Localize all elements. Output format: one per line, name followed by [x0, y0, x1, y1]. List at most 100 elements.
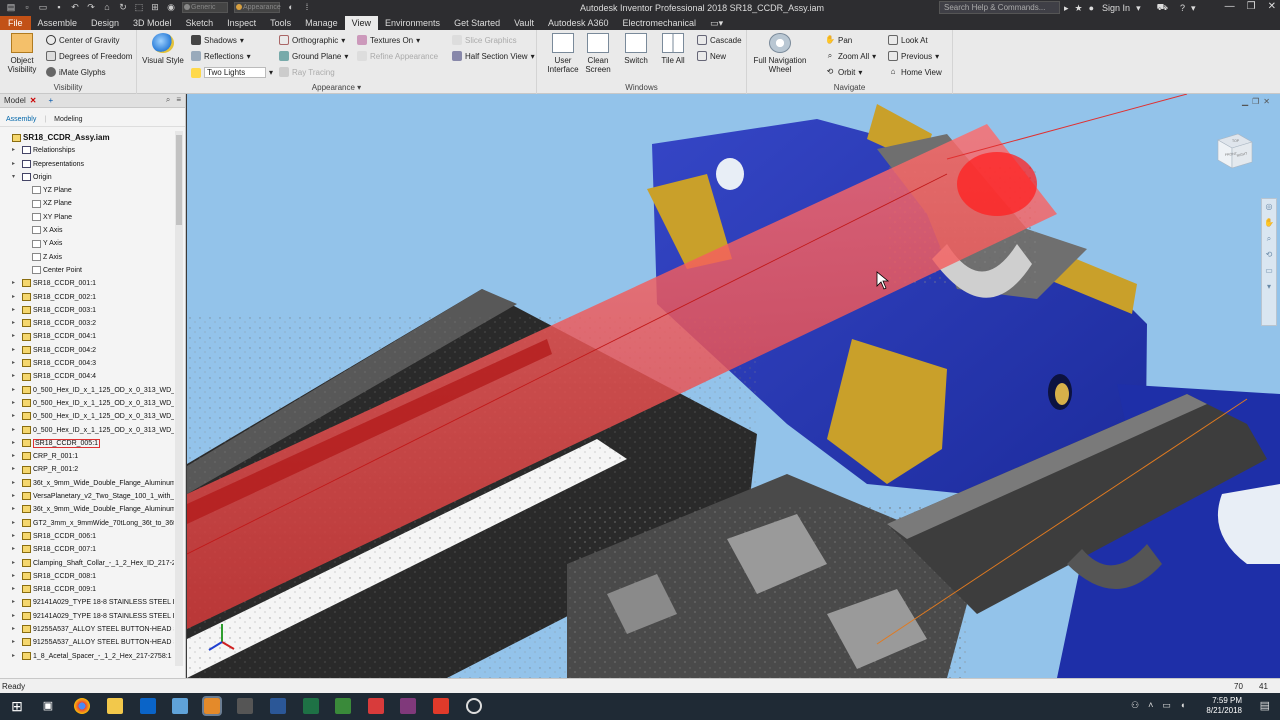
tree-item[interactable]: ▸ SR18_CCDR_003:1 — [0, 304, 174, 317]
tab-manage[interactable]: Manage — [298, 16, 345, 30]
expand-icon[interactable]: ▸ — [12, 517, 15, 530]
red-shaft-end[interactable] — [957, 152, 1037, 216]
tree-item[interactable]: ▾ Origin — [0, 171, 174, 184]
user-interface-button[interactable]: User Interface — [545, 33, 581, 74]
tree-item[interactable]: ▸ 36t_x_9mm_Wide_Double_Flange_Aluminum_ — [0, 503, 174, 516]
tree-item[interactable]: ▸ CRP_R_001:2 — [0, 463, 174, 476]
volume-icon[interactable]: ◖ — [1180, 700, 1185, 711]
close-icon[interactable]: ✕ — [30, 96, 37, 105]
tree-item[interactable]: ▸ 0_500_Hex_ID_x_1_125_OD_x_0_313_WD_f — [0, 424, 174, 437]
tree-item[interactable]: XY Plane — [0, 211, 174, 224]
expand-icon[interactable]: ▸ — [12, 570, 15, 583]
visual-style-button[interactable]: Visual Style — [141, 33, 185, 65]
tab-autodesk-a360[interactable]: Autodesk A360 — [541, 16, 616, 30]
inventor-icon[interactable] — [202, 696, 222, 716]
material-icon[interactable]: ◉ — [166, 2, 176, 13]
tab-3d-model[interactable]: 3D Model — [126, 16, 179, 30]
expand-icon[interactable]: ▸ — [12, 450, 15, 463]
graphics-viewport[interactable]: ▁❐✕ FRONT RIGHT TOP ◎ ✋ ⌕ ⟲ ▭ ▾ — [187, 94, 1280, 678]
tree-item[interactable]: ▸ Relationships — [0, 144, 174, 157]
tree-item[interactable]: ▸ 1_8_Acetal_Spacer_-_1_2_Hex_217-2758:1 — [0, 650, 174, 663]
ground-plane-button[interactable]: Ground Plane ▾ — [279, 51, 348, 61]
task-view-icon[interactable]: ▣ — [40, 698, 56, 714]
shadows-button[interactable]: Shadows ▾ — [191, 35, 244, 45]
expand-icon[interactable]: ▸ — [12, 277, 15, 290]
open-icon[interactable]: ▭ — [38, 2, 48, 13]
tree-item[interactable]: ▸ SR18_CCDR_004:1 — [0, 330, 174, 343]
select-icon[interactable]: ⬚ — [134, 2, 144, 13]
orbit-button[interactable]: ⟲ Orbit ▾ — [825, 67, 863, 77]
expand-icon[interactable]: ▸ — [12, 636, 15, 649]
expand-icon[interactable]: ▸ — [12, 330, 15, 343]
explorer-icon[interactable] — [107, 698, 123, 714]
assembly-3d-scene[interactable] — [187, 94, 1280, 678]
housing-hole[interactable] — [716, 158, 744, 190]
tree-item[interactable]: ▸ 0_500_Hex_ID_x_1_125_OD_x_0_313_WD_f — [0, 410, 174, 423]
textures-on-button[interactable]: Textures On ▾ — [357, 35, 420, 45]
expand-icon[interactable]: ▸ — [12, 477, 15, 490]
chevron-up-icon[interactable]: ˄ — [1148, 700, 1153, 711]
expand-icon[interactable]: ▸ — [12, 463, 15, 476]
expand-icon[interactable]: ▸ — [12, 543, 15, 556]
home-icon[interactable]: ⌂ — [102, 2, 112, 13]
tree-item[interactable]: X Axis — [0, 224, 174, 237]
expand-icon[interactable]: ▸ — [12, 317, 15, 330]
tab-view[interactable]: View — [344, 16, 379, 30]
orbit-icon[interactable]: ⟲ — [1262, 247, 1276, 263]
tree-item[interactable]: ▸ 91255A537_ALLOY STEEL BUTTON-HEAD SOC — [0, 636, 174, 649]
app-icon-3[interactable] — [466, 698, 482, 714]
search-icon[interactable]: ▸ — [1064, 3, 1069, 14]
tree-item[interactable]: Center Point — [0, 264, 174, 277]
tab-vault[interactable]: Vault — [507, 16, 541, 30]
tree-item[interactable]: ▸ SR18_CCDR_004:3 — [0, 357, 174, 370]
minimize-icon[interactable]: ▁ — [1242, 97, 1252, 106]
tree-item[interactable]: XZ Plane — [0, 197, 174, 210]
calculator-icon[interactable] — [237, 698, 253, 714]
tree-item[interactable]: ▸ SR18_CCDR_005:1 — [0, 437, 174, 450]
expand-icon[interactable]: ▸ — [12, 158, 15, 171]
tree-item[interactable]: ▸ 0_500_Hex_ID_x_1_125_OD_x_0_313_WD_f — [0, 397, 174, 410]
acrobat-icon[interactable] — [433, 698, 449, 714]
new-icon[interactable]: ▫ — [22, 2, 32, 13]
object-visibility-button[interactable]: Object Visibility — [4, 33, 40, 74]
tree-item[interactable]: ▸ SR18_CCDR_004:2 — [0, 344, 174, 357]
expand-icon[interactable]: ▸ — [12, 357, 15, 370]
home-view-button[interactable]: ⌂ Home View — [888, 67, 942, 77]
app-menu-icon[interactable]: ▤ — [6, 2, 16, 13]
tab-inspect[interactable]: Inspect — [220, 16, 263, 30]
new-window-button[interactable]: New — [697, 51, 726, 61]
full-navigation-wheel-button[interactable]: Full Navigation Wheel — [751, 33, 809, 74]
appearance-select[interactable]: Appearance — [234, 2, 281, 13]
chevron-down-icon[interactable]: ▾ — [1191, 3, 1196, 14]
reflections-button[interactable]: Reflections ▾ — [191, 51, 251, 61]
tab-electromechanical[interactable]: Electromechanical — [616, 16, 704, 30]
sign-in-link[interactable]: Sign In — [1102, 3, 1130, 13]
tree-item[interactable]: YZ Plane — [0, 184, 174, 197]
add-browser-icon[interactable]: + — [49, 96, 54, 105]
tree-item[interactable]: Z Axis — [0, 251, 174, 264]
tab-assemble[interactable]: Assemble — [31, 16, 85, 30]
redo-icon[interactable]: ↷ — [86, 2, 96, 13]
tree-item[interactable]: ▸ SR18_CCDR_004:4 — [0, 370, 174, 383]
cart-icon[interactable]: ⛟ — [1157, 2, 1168, 14]
expand-icon[interactable]: ▸ — [12, 596, 15, 609]
expand-icon[interactable]: ▸ — [12, 610, 15, 623]
chevron-down-icon[interactable]: ▾ — [1136, 3, 1141, 14]
scrollbar-thumb[interactable] — [176, 135, 182, 225]
tree-item[interactable]: ▸ 0_500_Hex_ID_x_1_125_OD_x_0_313_WD_f — [0, 384, 174, 397]
tab-get-started[interactable]: Get Started — [447, 16, 507, 30]
taskbar-clock[interactable]: 7:59 PM 8/21/2018 — [1206, 696, 1242, 716]
undo-icon[interactable]: ↶ — [70, 2, 80, 13]
expand-icon[interactable]: ▸ — [12, 530, 15, 543]
close-icon[interactable]: ✕ — [1263, 97, 1274, 106]
ray-tracing-button[interactable]: Ray Tracing — [279, 67, 335, 77]
save-icon[interactable]: ▪ — [54, 2, 64, 13]
expand-icon[interactable]: ▸ — [12, 583, 15, 596]
star-icon[interactable]: ★ — [1075, 3, 1083, 14]
app-icon[interactable] — [172, 698, 188, 714]
expand-icon[interactable]: ▸ — [12, 384, 15, 397]
update-icon[interactable]: ↻ — [118, 2, 128, 13]
tree-item[interactable]: ▸ 92141A029_TYPE 18-8 STAINLESS STEEL FLA — [0, 596, 174, 609]
material-select[interactable]: Generic — [182, 2, 228, 13]
tab-design[interactable]: Design — [84, 16, 126, 30]
